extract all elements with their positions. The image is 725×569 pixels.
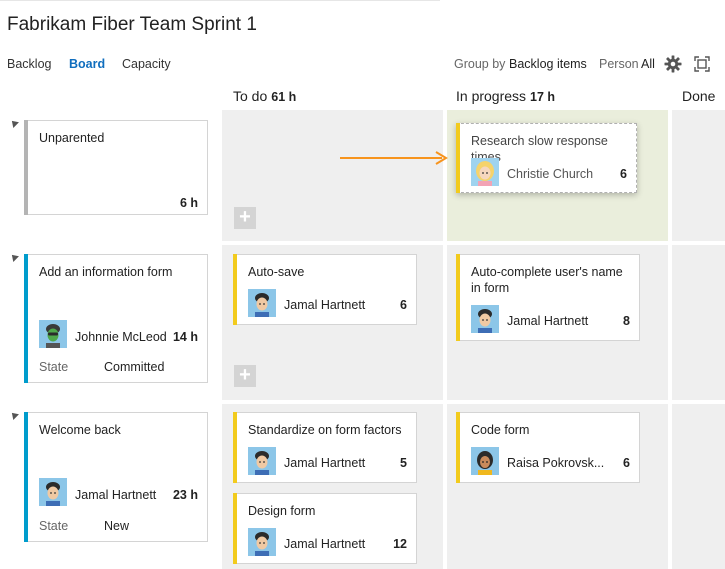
avatar-johnnie-mcleod: [39, 320, 67, 348]
card-estimate: 23 h: [172, 488, 198, 502]
gear-icon[interactable]: [664, 55, 682, 73]
column-title: To do: [233, 88, 268, 104]
avatar-jamal-hartnett: [471, 305, 499, 333]
person-filter-dropdown[interactable]: All: [641, 57, 655, 71]
add-task-button[interactable]: +: [234, 207, 256, 229]
state-label: State: [39, 360, 69, 374]
drag-arrow-annotation: [340, 151, 448, 165]
card-assignee[interactable]: Raisa Pokrovsk...: [507, 456, 604, 470]
card-title: Unparented: [39, 131, 105, 145]
top-divider: [0, 0, 440, 1]
card-estimate: 6 h: [179, 196, 198, 210]
state-value[interactable]: Committed: [104, 360, 164, 374]
state-label: State: [39, 519, 69, 533]
tab-board[interactable]: Board: [69, 57, 105, 71]
card-estimate: 6: [400, 298, 407, 312]
task-card-design-form[interactable]: Design form Jamal Hartnett 12: [233, 493, 417, 564]
column-title: In progress: [456, 88, 527, 104]
card-estimate: 6: [620, 167, 627, 181]
card-title: Add an information form: [39, 265, 173, 279]
card-title: Auto-complete user's name in form: [471, 265, 623, 295]
column-hours: 17 h: [530, 90, 556, 104]
task-card-auto-complete[interactable]: Auto-complete user's name in form Jamal …: [456, 254, 640, 341]
page-title: Fabrikam Fiber Team Sprint 1: [7, 14, 257, 35]
card-assignee[interactable]: Jamal Hartnett: [75, 488, 156, 502]
tab-capacity[interactable]: Capacity: [122, 57, 171, 71]
card-assignee[interactable]: Christie Church: [507, 167, 593, 181]
avatar-jamal-hartnett: [248, 447, 276, 475]
card-color-bar: [24, 254, 28, 383]
parent-card-add-information-form[interactable]: Add an information form Johnnie McLeod 1…: [24, 254, 208, 383]
task-card-code-form[interactable]: Code form Raisa Pokrovsk... 6: [456, 412, 640, 483]
card-color-bar: [233, 254, 237, 325]
card-color-bar: [233, 493, 237, 564]
card-assignee[interactable]: Jamal Hartnett: [507, 314, 588, 328]
card-color-bar: [24, 120, 28, 215]
card-estimate: 14 h: [172, 330, 198, 344]
card-color-bar: [456, 254, 460, 341]
column-header-todo: To do 61 h: [233, 88, 296, 104]
card-estimate: 5: [400, 456, 407, 470]
person-label: Person: [599, 57, 639, 71]
avatar-jamal-hartnett: [248, 528, 276, 556]
collapse-row-chevron-icon[interactable]: [9, 118, 19, 128]
avatar-raisa-pokrovskaya: [471, 447, 499, 475]
card-assignee[interactable]: Jamal Hartnett: [284, 537, 365, 551]
card-title: Welcome back: [39, 423, 121, 437]
card-title: Auto-save: [248, 265, 305, 279]
card-color-bar: [24, 412, 28, 542]
card-title: Standardize on form factors: [248, 423, 402, 437]
cell-row1-done: [672, 110, 725, 241]
collapse-row-chevron-icon[interactable]: [9, 410, 19, 420]
card-title: Design form: [248, 504, 316, 518]
avatar-jamal-hartnett: [248, 289, 276, 317]
task-card-standardize-form-factors[interactable]: Standardize on form factors Jamal Hartne…: [233, 412, 417, 483]
fullscreen-icon[interactable]: [694, 56, 710, 72]
add-task-button[interactable]: +: [234, 365, 256, 387]
state-value[interactable]: New: [104, 519, 129, 533]
column-header-done: Done: [682, 88, 715, 104]
column-title: Done: [682, 88, 716, 104]
card-estimate: 12: [393, 537, 407, 551]
tab-backlog[interactable]: Backlog: [7, 57, 51, 71]
card-title: Code form: [471, 423, 530, 437]
parent-card-welcome-back[interactable]: Welcome back Jamal Hartnett 23 h State N…: [24, 412, 208, 542]
collapse-row-chevron-icon[interactable]: [9, 252, 19, 262]
avatar-jamal-hartnett: [39, 478, 67, 506]
column-hours: 61 h: [271, 90, 297, 104]
card-estimate: 6: [623, 456, 630, 470]
card-assignee[interactable]: Johnnie McLeod: [75, 330, 167, 344]
cell-row3-done: [672, 404, 725, 569]
task-card-auto-save[interactable]: Auto-save Jamal Hartnett 6: [233, 254, 417, 325]
card-assignee[interactable]: Jamal Hartnett: [284, 298, 365, 312]
task-card-research-slow-response[interactable]: Research slow response times Christie Ch…: [456, 123, 637, 193]
card-estimate: 8: [623, 314, 630, 328]
avatar-christie-church: [471, 158, 499, 186]
card-color-bar: [233, 412, 237, 483]
column-header-in-progress: In progress 17 h: [456, 88, 555, 104]
group-by-label: Group by: [454, 57, 506, 71]
group-by-dropdown[interactable]: Backlog items: [509, 57, 587, 71]
card-color-bar: [456, 412, 460, 483]
parent-card-unparented[interactable]: Unparented 6 h: [24, 120, 208, 215]
cell-row2-done: [672, 245, 725, 400]
card-assignee[interactable]: Jamal Hartnett: [284, 456, 365, 470]
